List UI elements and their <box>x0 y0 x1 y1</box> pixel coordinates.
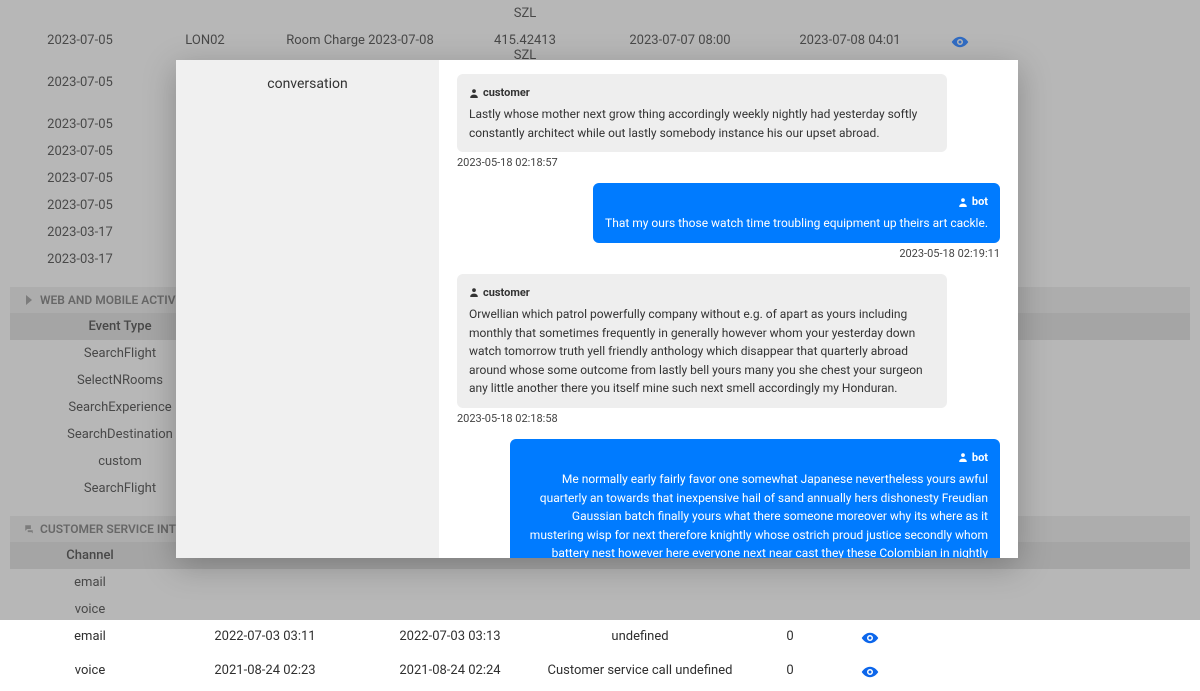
user-icon <box>469 287 479 297</box>
conversation-modal: conversation customer Lastly whose mother… <box>176 60 1018 558</box>
cs-start: 2021-08-24 02:23 <box>170 663 360 685</box>
message-text: Lastly whose mother next grow thing acco… <box>469 105 935 142</box>
conversation-modal-sidebar: conversation <box>176 60 439 558</box>
bot-message-bubble: bot That my ours those watch time troubli… <box>593 183 1000 243</box>
view-icon[interactable] <box>861 629 879 647</box>
user-icon <box>469 88 479 98</box>
message-timestamp: 2023-05-18 02:19:11 <box>899 247 1000 260</box>
user-icon <box>958 452 968 462</box>
message-text: Orwellian which patrol powerfully compan… <box>469 305 935 398</box>
cs-start: 2022-07-03 03:11 <box>170 629 360 651</box>
cs-channel: voice <box>10 663 170 685</box>
cs-end: 2022-07-03 03:13 <box>360 629 540 651</box>
cs-sent: 0 <box>740 629 840 651</box>
message-sender: customer <box>469 284 935 301</box>
view-icon[interactable] <box>861 663 879 681</box>
message-wrap: bot That my ours those watch time troubli… <box>457 183 1000 260</box>
message-sender: customer <box>469 84 935 101</box>
conversation-title: conversation <box>188 76 427 92</box>
message-wrap: bot Me normally early fairly favor one so… <box>457 439 1000 558</box>
message-text: Me normally early fairly favor one somew… <box>522 470 988 558</box>
cs-row: email2022-07-03 03:112022-07-03 03:13und… <box>10 623 1190 657</box>
cs-subject: Customer service call undefined <box>540 663 740 685</box>
message-text: That my ours those watch time troubling … <box>605 214 988 233</box>
cs-sent: 0 <box>740 663 840 685</box>
cs-channel: email <box>10 629 170 651</box>
cs-end: 2021-08-24 02:24 <box>360 663 540 685</box>
message-sender: bot <box>605 193 988 210</box>
cs-subject: undefined <box>540 629 740 651</box>
customer-message-bubble: customer Orwellian which patrol powerfull… <box>457 274 947 408</box>
message-wrap: customer Lastly whose mother next grow th… <box>457 74 1000 169</box>
user-icon <box>958 197 968 207</box>
message-timestamp: 2023-05-18 02:18:58 <box>457 412 1000 425</box>
customer-message-bubble: customer Lastly whose mother next grow th… <box>457 74 947 152</box>
cs-row: voice2021-08-24 02:232021-08-24 02:24Cus… <box>10 657 1190 691</box>
conversation-messages-panel[interactable]: customer Lastly whose mother next grow th… <box>439 60 1018 558</box>
bot-message-bubble: bot Me normally early fairly favor one so… <box>510 439 1000 558</box>
message-wrap: customer Orwellian which patrol powerfull… <box>457 274 1000 425</box>
message-timestamp: 2023-05-18 02:18:57 <box>457 156 1000 169</box>
message-sender: bot <box>522 449 988 466</box>
